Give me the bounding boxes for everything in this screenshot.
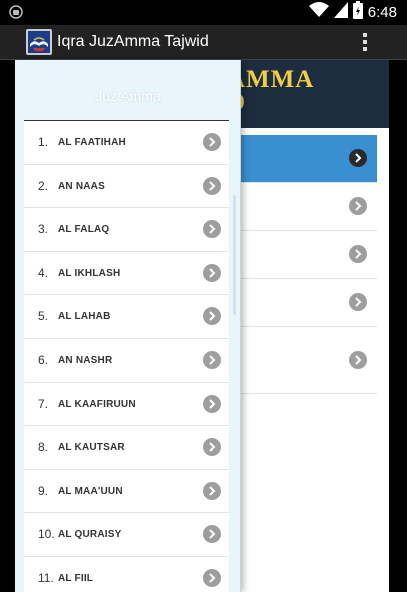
surah-number: 3.	[38, 222, 49, 237]
chevron-right-icon	[203, 307, 221, 326]
drawer-title: Juz Amma	[95, 88, 161, 104]
navigation-drawer: Juz Amma 1. AL FAATIHAH 2. AN NAAS 3. AL FALA…	[15, 60, 241, 592]
drawer-item[interactable]: 11. AL FIIL	[24, 557, 229, 592]
surah-name: AN NAAS	[58, 180, 105, 192]
surah-name: AL KAAFIRUUN	[58, 398, 136, 410]
battery-icon	[352, 0, 363, 24]
status-bar: 6:48	[0, 0, 407, 25]
drawer-item[interactable]: 3. AL FALAQ	[24, 208, 229, 252]
surah-name: AL IKHLASH	[58, 267, 121, 279]
surah-name: AN NASHR	[58, 354, 113, 366]
chevron-right-icon	[203, 350, 221, 369]
quran-book-icon[interactable]	[26, 29, 52, 55]
surah-number: 8.	[38, 440, 49, 455]
chevron-right-icon	[203, 438, 221, 457]
action-bar: Iqra JuzAmma Tajwid	[0, 25, 407, 60]
chevron-right-icon	[349, 351, 367, 369]
surah-number: 11.	[38, 570, 54, 585]
surah-number: 4.	[38, 265, 49, 280]
surah-number: 5.	[38, 309, 49, 324]
chevron-right-icon	[349, 245, 367, 263]
drawer-item[interactable]: 7. AL KAAFIRUUN	[24, 383, 229, 427]
chevron-right-icon	[203, 568, 221, 587]
surah-name: AL FIIL	[58, 572, 94, 584]
drawer-item[interactable]: 10. AL QURAISY	[24, 513, 229, 557]
surah-number: 1.	[38, 135, 49, 149]
signal-icon	[333, 1, 348, 23]
drawer-item[interactable]: 2. AN NAAS	[24, 165, 229, 209]
status-icons: 6:48	[308, 0, 397, 24]
status-time: 6:48	[367, 3, 397, 21]
surah-number: 6.	[38, 352, 49, 367]
surah-name: AL KAUTSAR	[58, 442, 125, 454]
chevron-right-icon	[203, 263, 221, 282]
chevron-right-icon	[349, 197, 367, 215]
chevron-right-icon	[203, 481, 221, 500]
surah-number: 9.	[38, 483, 49, 498]
chevron-right-icon	[203, 394, 221, 413]
chevron-right-icon	[203, 176, 221, 195]
scrollbar[interactable]	[233, 195, 236, 315]
surah-name: AL QURAISY	[58, 529, 122, 541]
chevron-right-icon	[349, 149, 367, 167]
android-notification-icon	[8, 4, 24, 20]
chevron-right-icon	[349, 293, 367, 311]
chevron-right-icon	[203, 525, 221, 544]
surah-name: AL MAA'UUN	[58, 485, 123, 497]
drawer-item[interactable]: 5. AL LAHAB	[24, 295, 229, 339]
app-title: Iqra JuzAmma Tajwid	[57, 33, 209, 50]
drawer-item[interactable]: 1. AL FAATIHAH	[24, 121, 229, 165]
surah-number: 10.	[38, 527, 55, 542]
overflow-menu-icon[interactable]	[358, 31, 372, 53]
chevron-right-icon	[203, 220, 221, 239]
drawer-item[interactable]: 4. AL IKHLASH	[24, 252, 229, 296]
surah-number: 7.	[38, 396, 49, 411]
app-screen: 6:48 Iqra JuzAmma Tajwid AMMA D	[0, 0, 407, 592]
surah-name: AL LAHAB	[58, 311, 111, 323]
surah-name: AL FALAQ	[58, 224, 110, 236]
drawer-item[interactable]: 6. AN NASHR	[24, 339, 229, 383]
drawer-item[interactable]: 8. AL KAUTSAR	[24, 426, 229, 470]
surah-number: 2.	[38, 178, 49, 193]
surah-list: 1. AL FAATIHAH 2. AN NAAS 3. AL FALAQ 4. AL IKH…	[24, 121, 229, 592]
surah-name: AL FAATIHAH	[58, 137, 126, 148]
drawer-item[interactable]: 9. AL MAA'UUN	[24, 470, 229, 514]
wifi-icon	[308, 1, 329, 23]
drawer-header: Juz Amma	[15, 60, 241, 122]
chevron-right-icon	[203, 133, 221, 151]
